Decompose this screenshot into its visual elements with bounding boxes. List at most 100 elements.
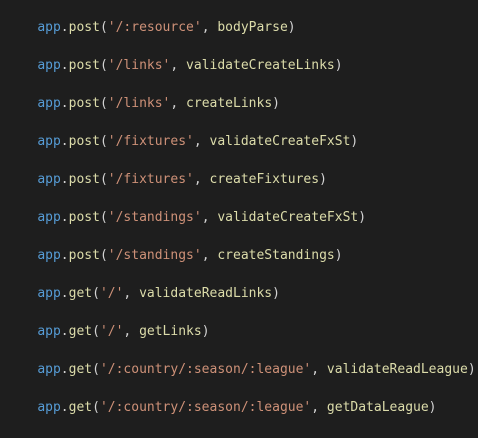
method-token: post	[68, 96, 100, 111]
punctuation: ,	[123, 286, 140, 301]
handler-token: bodyParse	[217, 20, 288, 35]
method-token: post	[68, 134, 100, 149]
punctuation: ,	[311, 400, 327, 415]
handler-token: getLinks	[139, 324, 202, 339]
punctuation: )	[272, 96, 280, 111]
code-line: app.post('/links', createLinks)	[6, 74, 280, 111]
punctuation: ,	[201, 248, 218, 263]
object-token: app	[37, 134, 61, 149]
punctuation: .	[60, 362, 69, 377]
path-string: '/standings'	[107, 248, 202, 263]
handler-token: createLinks	[186, 96, 273, 111]
punctuation: )	[287, 20, 296, 35]
punctuation: (	[92, 286, 100, 301]
path-string: '/'	[99, 286, 124, 301]
method-token: post	[68, 172, 100, 187]
punctuation: .	[60, 286, 69, 301]
object-token: app	[37, 362, 61, 377]
punctuation: (	[92, 400, 100, 415]
method-token: post	[68, 20, 100, 35]
punctuation: (	[99, 248, 108, 263]
path-string: '/:country/:season/:league'	[99, 362, 312, 377]
punctuation: .	[60, 324, 69, 339]
punctuation: ,	[170, 58, 187, 73]
code-line: app.post('/fixtures', validateCreateFxSt…	[6, 112, 358, 149]
code-line: app.get('/', validateReadLinks)	[6, 264, 280, 301]
handler-token: validateCreateLinks	[186, 58, 335, 73]
handler-token: validateCreateFxSt	[209, 134, 351, 149]
punctuation: (	[92, 362, 100, 377]
handler-token: getDataLeague	[326, 400, 429, 415]
object-token: app	[37, 172, 61, 187]
method-token: get	[68, 286, 93, 301]
handler-token: validateReadLeague	[326, 362, 468, 377]
punctuation: .	[60, 58, 69, 73]
punctuation: .	[60, 248, 69, 263]
punctuation: (	[99, 20, 108, 35]
object-token: app	[37, 20, 61, 35]
punctuation: )	[272, 286, 280, 301]
handler-token: validateReadLinks	[139, 286, 273, 301]
object-token: app	[37, 324, 61, 339]
punctuation: )	[319, 172, 327, 187]
code-line: app.post('/standings', validateCreateFxS…	[6, 188, 366, 225]
punctuation: ,	[123, 324, 140, 339]
punctuation: .	[60, 210, 69, 225]
method-token: get	[68, 400, 93, 415]
punctuation: ,	[311, 362, 327, 377]
handler-token: createFixtures	[209, 172, 320, 187]
punctuation: ,	[201, 20, 218, 35]
punctuation: (	[99, 58, 108, 73]
punctuation: .	[60, 96, 69, 111]
object-token: app	[37, 58, 61, 73]
code-line: app.get('/', getLinks)	[6, 302, 209, 339]
punctuation: )	[358, 210, 367, 225]
object-token: app	[37, 210, 61, 225]
punctuation: .	[60, 20, 69, 35]
code-line: app.post('/standings', createStandings)	[6, 226, 342, 263]
punctuation: ,	[170, 96, 187, 111]
handler-token: validateCreateFxSt	[217, 210, 359, 225]
punctuation: .	[60, 172, 69, 187]
path-string: '/:country/:season/:league'	[99, 400, 312, 415]
punctuation: )	[467, 362, 476, 377]
punctuation: (	[99, 134, 108, 149]
code-line: app.post('/links', validateCreateLinks)	[6, 36, 342, 73]
code-line: app.get('/:country/:season/:league', val…	[6, 340, 475, 377]
code-line: app.post('/:resource', bodyParse)	[6, 0, 295, 35]
method-token: get	[68, 324, 93, 339]
punctuation: .	[60, 134, 69, 149]
code-line: app.post('/fixtures', createFixtures)	[6, 150, 327, 187]
punctuation: (	[99, 172, 108, 187]
punctuation: )	[428, 400, 437, 415]
punctuation: (	[99, 96, 108, 111]
punctuation: )	[201, 324, 210, 339]
path-string: '/:resource'	[107, 20, 202, 35]
path-string: '/standings'	[107, 210, 202, 225]
punctuation: .	[60, 400, 69, 415]
punctuation: (	[92, 324, 100, 339]
punctuation: ,	[201, 210, 218, 225]
method-token: post	[68, 248, 100, 263]
method-token: post	[68, 210, 100, 225]
path-string: '/links'	[107, 58, 171, 73]
object-token: app	[37, 248, 61, 263]
path-string: '/links'	[107, 96, 171, 111]
object-token: app	[37, 286, 61, 301]
punctuation: (	[99, 210, 108, 225]
method-token: get	[68, 362, 93, 377]
code-editor[interactable]: app.post('/:resource', bodyParse) app.po…	[0, 0, 478, 415]
method-token: post	[68, 58, 100, 73]
punctuation: ,	[193, 172, 210, 187]
punctuation: )	[350, 134, 359, 149]
path-string: '/fixtures'	[107, 134, 194, 149]
object-token: app	[37, 400, 61, 415]
path-string: '/fixtures'	[107, 172, 194, 187]
punctuation: )	[334, 248, 343, 263]
code-line: app.get('/:country/:season/:league', get…	[6, 378, 436, 415]
object-token: app	[37, 96, 61, 111]
path-string: '/'	[99, 324, 124, 339]
punctuation: )	[334, 58, 343, 73]
handler-token: createStandings	[217, 248, 335, 263]
punctuation: ,	[193, 134, 210, 149]
